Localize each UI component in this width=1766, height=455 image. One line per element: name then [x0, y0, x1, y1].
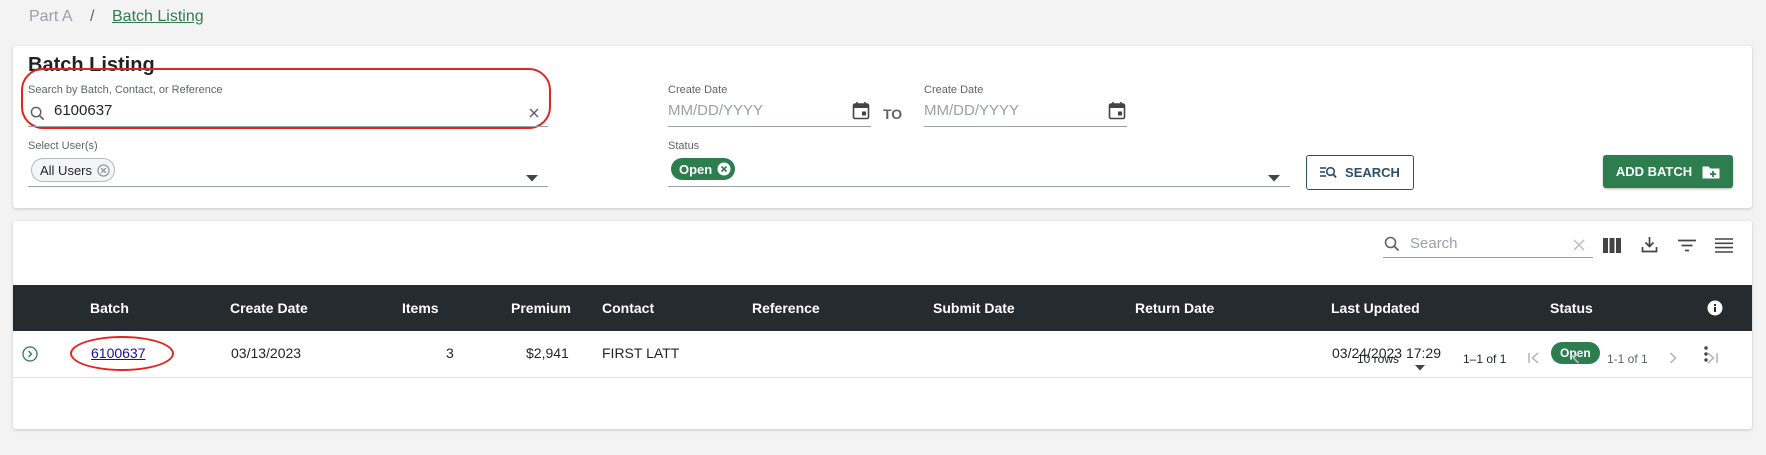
- add-folder-icon: [1702, 166, 1720, 178]
- breadcrumb-batch-listing[interactable]: Batch Listing: [112, 8, 204, 26]
- search-field-label: Search by Batch, Contact, or Reference: [28, 84, 223, 96]
- chip-remove-icon[interactable]: [717, 162, 731, 176]
- table-header: Batch Create Date Items Premium Contact …: [13, 285, 1752, 331]
- page-info: 1-1 of 1: [1607, 352, 1648, 366]
- search-button[interactable]: SEARCH: [1306, 155, 1414, 190]
- column-header-premium[interactable]: Premium: [511, 300, 571, 316]
- open-status-chip[interactable]: Open: [671, 158, 736, 180]
- select-users-label: Select User(s): [28, 140, 98, 152]
- open-status-chip-label: Open: [679, 161, 713, 177]
- last-page-icon[interactable]: [1705, 351, 1719, 370]
- search-list-icon: [1320, 166, 1337, 179]
- create-date-from-placeholder: MM/DD/YYYY: [668, 102, 764, 119]
- batch-table-card: Search Batch Create Date Items Premium C…: [13, 221, 1752, 429]
- table-search-placeholder: Search: [1410, 235, 1458, 252]
- items-cell: 3: [446, 345, 454, 361]
- breadcrumb-part-a[interactable]: Part A: [29, 8, 73, 26]
- breadcrumb-separator: /: [90, 8, 95, 25]
- create-date-from-label: Create Date: [668, 84, 728, 96]
- create-date-to-input[interactable]: MM/DD/YYYY: [924, 98, 1127, 127]
- density-icon[interactable]: [1715, 238, 1733, 258]
- status-label: Status: [668, 140, 700, 152]
- column-header-contact[interactable]: Contact: [602, 300, 654, 316]
- chip-remove-icon[interactable]: [97, 163, 110, 177]
- clear-search-icon[interactable]: [1573, 238, 1585, 256]
- dropdown-arrow-icon: [1415, 358, 1425, 376]
- column-header-batch[interactable]: Batch: [90, 300, 129, 316]
- contact-cell: FIRST LATT: [602, 345, 680, 361]
- column-header-reference[interactable]: Reference: [752, 300, 820, 316]
- column-header-status[interactable]: Status: [1550, 300, 1593, 316]
- download-icon[interactable]: [1641, 236, 1658, 258]
- premium-cell: $2,941: [526, 345, 569, 361]
- dropdown-arrow-icon[interactable]: [1268, 169, 1280, 187]
- filter-icon[interactable]: [1678, 239, 1696, 257]
- add-batch-button-label: ADD BATCH: [1615, 164, 1693, 179]
- column-header-items[interactable]: Items: [402, 300, 439, 316]
- clear-search-icon[interactable]: [528, 106, 540, 124]
- info-icon[interactable]: [1707, 300, 1723, 321]
- next-page-icon[interactable]: [1667, 351, 1679, 370]
- search-input-value: 6100637: [54, 102, 113, 119]
- all-users-chip[interactable]: All Users: [31, 158, 116, 182]
- add-batch-button[interactable]: ADD BATCH: [1603, 155, 1733, 188]
- create-date-to-placeholder: MM/DD/YYYY: [924, 102, 1020, 119]
- column-header-submit-date[interactable]: Submit Date: [933, 300, 1015, 316]
- column-header-return-date[interactable]: Return Date: [1135, 300, 1214, 316]
- table-search-input[interactable]: Search: [1383, 231, 1593, 258]
- search-input[interactable]: 6100637: [28, 98, 548, 127]
- rows-per-page-value: 10 rows: [1357, 352, 1400, 366]
- calendar-icon[interactable]: [852, 101, 870, 120]
- rows-per-page-select[interactable]: 10 rows: [1357, 348, 1437, 371]
- dropdown-arrow-icon[interactable]: [526, 169, 538, 187]
- expand-row-icon[interactable]: [22, 346, 38, 367]
- all-users-chip-label: All Users: [40, 162, 93, 178]
- search-icon: [30, 106, 45, 121]
- create-date-cell: 03/13/2023: [231, 345, 302, 361]
- create-date-from-input[interactable]: MM/DD/YYYY: [668, 98, 871, 127]
- status-dropdown[interactable]: Open: [668, 154, 1290, 187]
- pagination-range: 1–1 of 1: [1463, 352, 1507, 366]
- to-label: TO: [883, 106, 903, 122]
- batch-number-link[interactable]: 6100637: [91, 345, 146, 361]
- filter-panel: Batch Listing Search by Batch, Contact, …: [13, 46, 1752, 208]
- columns-icon[interactable]: [1603, 238, 1621, 258]
- column-header-last-updated[interactable]: Last Updated: [1331, 300, 1420, 316]
- previous-page-icon[interactable]: [1570, 351, 1582, 370]
- column-header-create-date[interactable]: Create Date: [230, 300, 308, 316]
- select-users-dropdown[interactable]: All Users: [28, 154, 548, 187]
- calendar-icon[interactable]: [1108, 101, 1126, 120]
- search-icon: [1384, 236, 1400, 257]
- first-page-icon[interactable]: [1527, 351, 1541, 370]
- search-button-label: SEARCH: [1345, 165, 1400, 180]
- create-date-to-label: Create Date: [924, 84, 984, 96]
